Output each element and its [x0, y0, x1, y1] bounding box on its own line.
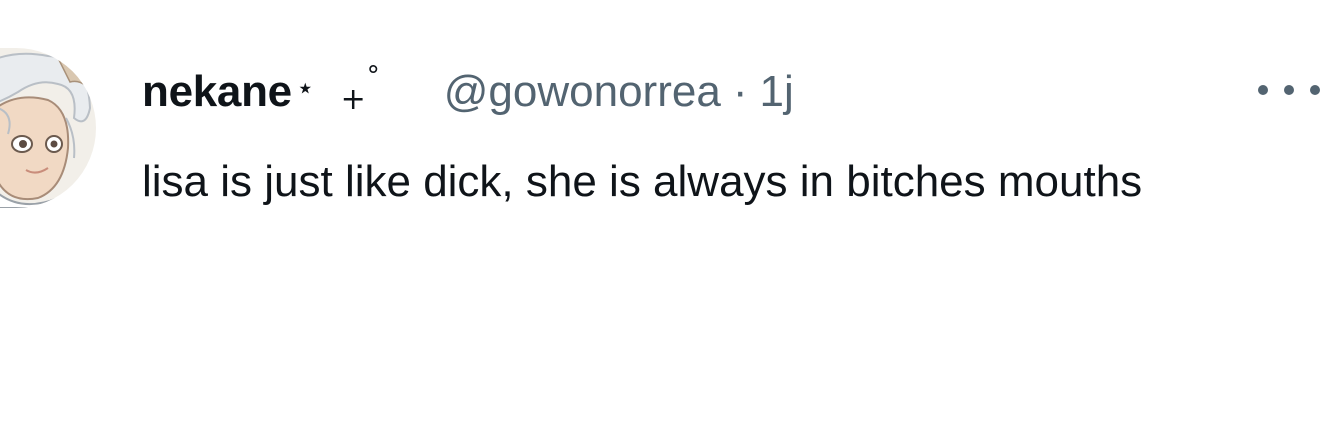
tweet-header: nekane ⋆ +° @gowonorrea · 1j [142, 58, 794, 126]
degree-glyph: ° [366, 61, 380, 91]
anime-avatar-icon [0, 48, 96, 208]
name-star-decoration: ⋆ [295, 70, 315, 106]
more-dot [1284, 85, 1294, 95]
avatar[interactable] [0, 48, 96, 208]
more-horizontal-icon[interactable] [1258, 78, 1320, 102]
plus-glyph: + [340, 82, 366, 117]
more-dot [1258, 85, 1268, 95]
more-dot [1310, 85, 1320, 95]
user-handle[interactable]: @gowonorrea [444, 67, 721, 117]
header-separator: · [732, 67, 748, 116]
display-name[interactable]: nekane [142, 67, 292, 117]
timestamp[interactable]: 1j [759, 67, 793, 117]
name-plus-decoration: +° [340, 61, 380, 117]
tweet-text: lisa is just like dick, she is always in… [142, 157, 1143, 206]
tweet[interactable]: nekane ⋆ +° @gowonorrea · 1j lisa is jus… [0, 0, 1337, 445]
